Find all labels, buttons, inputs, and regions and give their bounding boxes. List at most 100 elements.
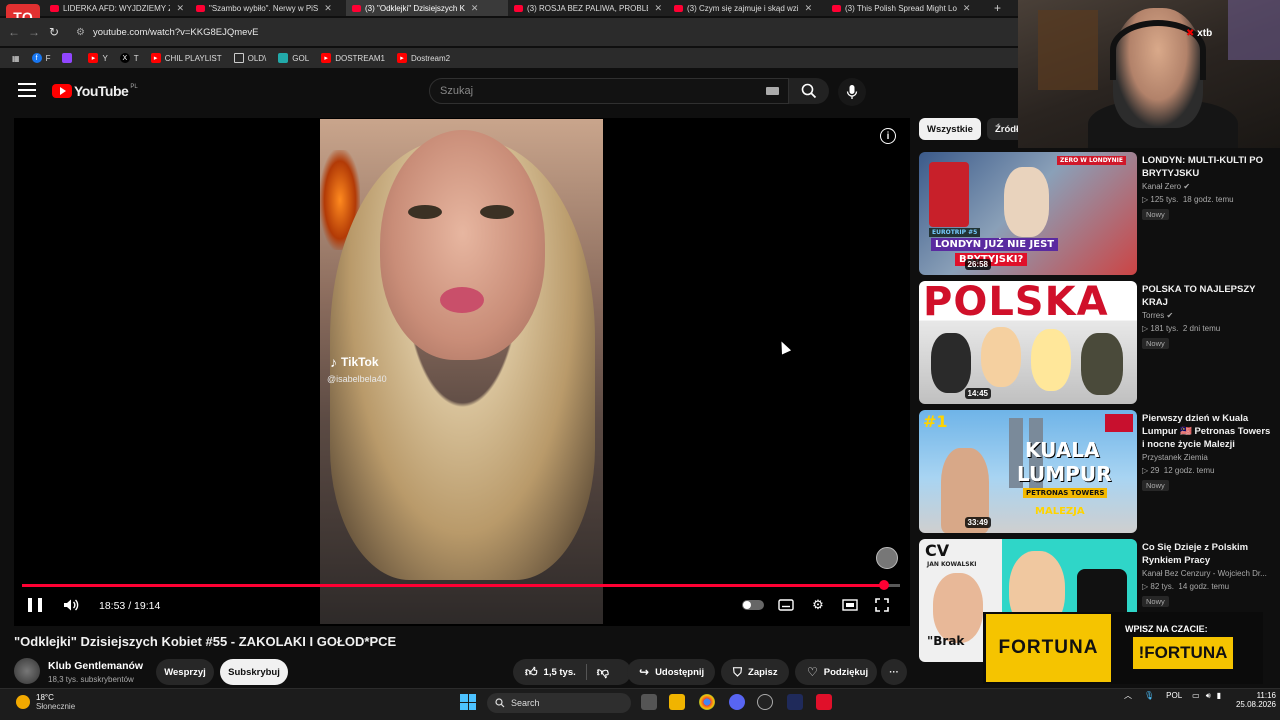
new-badge: Nowy: [1142, 480, 1169, 491]
system-clock[interactable]: 11:16 25.08.2026: [1232, 691, 1276, 709]
discord-icon[interactable]: [729, 694, 745, 710]
info-icon[interactable]: i: [880, 128, 896, 144]
channel-watermark-icon[interactable]: [876, 547, 898, 569]
search-icon: [495, 698, 505, 708]
bookmark-item[interactable]: XT: [119, 53, 139, 63]
url-field[interactable]: ⚙ youtube.com/watch?v=KKG8EJQmevE: [76, 21, 976, 43]
support-button[interactable]: Wesprzyj: [156, 659, 214, 685]
thanks-button[interactable]: ♡ Podziękuj: [795, 659, 877, 685]
video-thumbnail[interactable]: POLSKA 14:45: [919, 281, 1137, 404]
autoplay-toggle[interactable]: [742, 600, 764, 610]
app-icon[interactable]: [787, 694, 803, 710]
search-icon: [801, 83, 817, 99]
channel-name[interactable]: Klub Gentlemanów: [48, 660, 143, 672]
network-icon[interactable]: ▭: [1192, 691, 1200, 700]
file-explorer-icon[interactable]: [669, 694, 685, 710]
thanks-heart-icon: ♡: [807, 665, 818, 679]
tiktok-watermark: ♪ TikTok: [330, 354, 379, 370]
youtube-icon: ▸: [88, 53, 99, 63]
chevron-up-icon[interactable]: ︿: [1124, 690, 1132, 701]
close-tab-icon[interactable]: ✕: [963, 3, 971, 14]
chrome-icon[interactable]: [699, 694, 715, 710]
browser-tab[interactable]: LIDERKA AFD: WYJDZIEMY ZE S✕: [44, 0, 190, 16]
youtube-logo[interactable]: YouTube PL: [52, 83, 138, 99]
hamburger-menu-icon[interactable]: [18, 83, 36, 99]
browser-tab[interactable]: "Szambo wybiło". Nerwy w PiS ✕: [190, 0, 346, 16]
microphone-icon: [846, 85, 858, 99]
browser-tab[interactable]: (3) This Polish Spread Might Lo ✕: [826, 0, 986, 16]
bookmark-item[interactable]: ▸ Dostream2: [396, 53, 450, 63]
chip-all[interactable]: Wszystkie: [919, 118, 981, 140]
close-tab-icon[interactable]: ✕: [324, 3, 332, 14]
bookmark-item[interactable]: GOL: [278, 53, 309, 63]
obs-icon[interactable]: [757, 694, 773, 710]
theater-mode-button[interactable]: [841, 597, 859, 613]
bookmark-folder[interactable]: OLD\: [233, 53, 266, 63]
new-tab-button[interactable]: +: [986, 1, 1009, 15]
windows-start-icon[interactable]: [460, 694, 476, 710]
share-button[interactable]: ↪ Udostępnij: [627, 659, 715, 685]
recommended-title[interactable]: POLSKA TO NAJLEPSZY KRAJ: [1142, 283, 1274, 309]
forward-arrow-icon[interactable]: →: [24, 25, 44, 39]
browser-tab[interactable]: (3) ROSJA BEZ PALIWA, PROBLE ✕: [508, 0, 668, 16]
recommended-title[interactable]: Co Się Dzieje z Polskim Rynkiem Pracy: [1142, 541, 1274, 567]
recommended-title[interactable]: Pierwszy dzień w Kuala Lumpur 🇲🇾 Petrona…: [1142, 412, 1274, 451]
search-button[interactable]: [789, 78, 829, 104]
back-arrow-icon[interactable]: ←: [4, 25, 24, 39]
video-thumbnail[interactable]: ZERO W LONDYNIE EUROTRIP #5 LONDYN JUŻ N…: [919, 152, 1137, 275]
poster-image: [1228, 0, 1280, 60]
folder-icon: [233, 53, 244, 63]
apps-grid-icon[interactable]: ▦: [12, 54, 20, 63]
close-tab-icon[interactable]: ✕: [654, 3, 662, 14]
youtube-favicon-icon: [514, 4, 523, 12]
phone-box-image: [929, 162, 969, 227]
taskbar-search[interactable]: Search: [487, 693, 631, 713]
like-button[interactable]: 👍︎ 1,5 tys.: [525, 665, 576, 680]
more-actions-button[interactable]: ···: [881, 659, 907, 685]
search-input[interactable]: Szukaj: [429, 78, 789, 104]
channel-avatar[interactable]: [14, 658, 40, 684]
bookmark-item[interactable]: ▸ DOSTREAM1: [321, 53, 385, 63]
volume-button[interactable]: [62, 596, 80, 614]
cartoon-character-image: [931, 333, 971, 393]
bookmark-item[interactable]: [62, 53, 76, 63]
subscribe-button[interactable]: Subskrybuj: [220, 659, 288, 685]
video-thumbnail[interactable]: #1 KUALA LUMPUR PETRONAS TOWERS MALEZJA …: [919, 410, 1137, 533]
fullscreen-button[interactable]: [873, 597, 891, 613]
subtitles-button[interactable]: [777, 597, 795, 613]
bookmark-item[interactable]: ▸ CHIL PLAYLIST: [150, 53, 222, 63]
close-tab-icon[interactable]: ✕: [176, 3, 184, 14]
save-button[interactable]: ⛉ Zapisz: [721, 659, 789, 685]
voice-search-button[interactable]: [838, 78, 866, 106]
battery-icon[interactable]: ▮: [1217, 691, 1221, 700]
bookmark-item[interactable]: ▸ Y: [88, 53, 108, 63]
recommended-channel[interactable]: Kanał Zero ✔: [1142, 182, 1190, 191]
microphone-tray-icon[interactable]: 🎙︎: [1144, 691, 1154, 700]
bookmark-item[interactable]: fF: [31, 53, 50, 63]
recommended-video[interactable]: ZERO W LONDYNIE EUROTRIP #5 LONDYN JUŻ N…: [919, 152, 1279, 276]
recommended-channel[interactable]: Przystanek Ziemia: [1142, 453, 1208, 462]
recommended-title[interactable]: LONDYN: MULTI-KULTI PO BRYTYJSKU: [1142, 154, 1274, 180]
close-tab-icon[interactable]: ✕: [805, 3, 813, 14]
keyboard-icon[interactable]: [766, 87, 779, 95]
youtube-favicon-icon: [832, 4, 841, 12]
weather-widget[interactable]: 18°C Słonecznie: [16, 693, 75, 711]
browser-tab-active[interactable]: (3) "Odklejki" Dzisiejszych K ✕: [346, 0, 508, 16]
pause-button[interactable]: [28, 598, 42, 612]
app-icon[interactable]: [816, 694, 832, 710]
play-small-icon: ▷: [1142, 195, 1149, 204]
reload-icon[interactable]: ↻: [44, 25, 64, 39]
speaker-icon[interactable]: 🔊︎: [1206, 691, 1211, 701]
recommended-channel[interactable]: Kanał Bez Cenzury - Wojciech Dr...: [1142, 569, 1267, 578]
recommended-channel[interactable]: Torres ✔: [1142, 311, 1173, 320]
recommended-video[interactable]: #1 KUALA LUMPUR PETRONAS TOWERS MALEZJA …: [919, 410, 1279, 534]
system-tray: ︿ 🎙︎ POL ▭ 🔊︎ ▮: [1124, 690, 1221, 701]
site-settings-icon[interactable]: ⚙: [76, 27, 85, 38]
task-view-icon[interactable]: [641, 694, 657, 710]
recommended-video[interactable]: POLSKA 14:45 POLSKA TO NAJLEPSZY KRAJ To…: [919, 281, 1279, 405]
dislike-button[interactable]: 👎︎: [597, 665, 615, 680]
close-tab-icon[interactable]: ✕: [471, 3, 479, 14]
language-indicator[interactable]: POL: [1166, 691, 1182, 700]
settings-button[interactable]: ⚙: [809, 597, 827, 613]
browser-tab[interactable]: (3) Czym się zajmuje i skąd wzi ✕: [668, 0, 826, 16]
